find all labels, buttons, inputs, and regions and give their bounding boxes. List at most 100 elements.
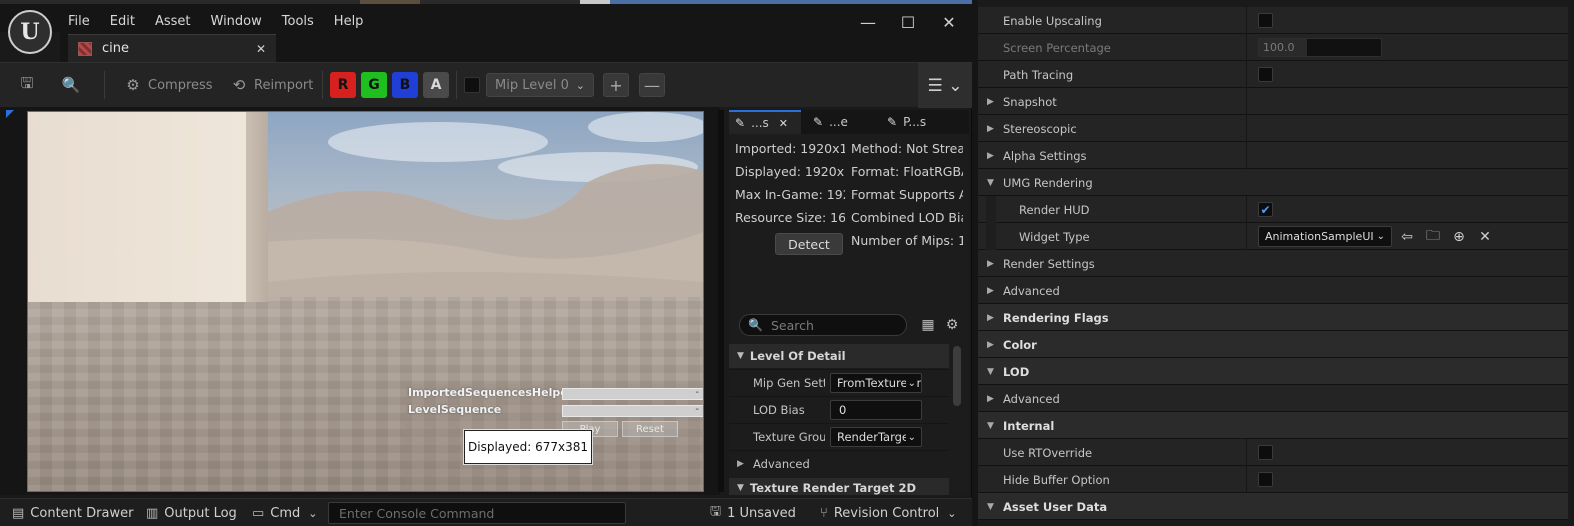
toolbar-divider	[322, 71, 323, 99]
row-rendering-flags[interactable]: ▶ Rendering Flags	[978, 304, 1568, 331]
green-channel-toggle[interactable]: G	[361, 72, 387, 98]
detect-button[interactable]: Detect	[775, 233, 843, 255]
row-lod[interactable]: ▼ LOD	[978, 358, 1568, 385]
path-tracing-checkbox[interactable]	[1258, 67, 1273, 82]
triangle-down-icon: ▼	[987, 366, 994, 377]
menu-tools[interactable]: Tools	[272, 8, 324, 35]
menu-edit[interactable]: Edit	[100, 8, 145, 35]
prop-label: Mip Gen Settings	[753, 376, 825, 390]
triangle-right-icon: ▶	[987, 339, 994, 350]
triangle-down-icon: ▼	[987, 420, 994, 431]
widget-type-label: Widget Type	[1019, 229, 1090, 244]
row-internal[interactable]: ▼ Internal	[978, 412, 1568, 439]
use-selected-icon[interactable]: ⇦	[1397, 226, 1417, 247]
menu-file[interactable]: File	[58, 8, 100, 35]
column-divider	[1246, 34, 1247, 61]
prop-label: LOD Bias	[753, 403, 805, 417]
info-method: Method: Not Streamed	[851, 141, 963, 156]
menu-help[interactable]: Help	[324, 8, 374, 35]
browse-folder-icon[interactable]: 🗀	[1423, 226, 1443, 247]
field-dot: -	[695, 404, 699, 415]
texture-editor-window: File Edit Asset Window Tools Help — ☐ ✕ …	[0, 0, 972, 526]
add-icon[interactable]: ⊕	[1449, 226, 1469, 247]
row-stereoscopic[interactable]: ▶ Stereoscopic	[978, 115, 1568, 142]
clear-icon[interactable]: ✕	[1475, 226, 1495, 247]
output-log-button[interactable]: ▥ Output Log	[146, 499, 237, 526]
tab-properties[interactable]: ✎ P...s	[881, 110, 961, 134]
row-lod-advanced[interactable]: ▶ Advanced	[978, 385, 1568, 412]
toolbar-divider	[104, 71, 105, 99]
row-alpha-settings[interactable]: ▶ Alpha Settings	[978, 142, 1568, 169]
prop-value: RenderTarget	[837, 430, 914, 444]
tab-close-icon[interactable]: ✕	[256, 42, 266, 56]
save-button[interactable]: 🖫	[18, 71, 42, 99]
pencil-icon: ✎	[735, 116, 746, 130]
details-scrollbar[interactable]	[953, 346, 961, 406]
category-level-of-detail[interactable]: ▼ Level Of Detail	[729, 344, 949, 368]
mip-level-dropdown[interactable]: Mip Level 0 ⌄	[486, 73, 594, 97]
advanced-row[interactable]: ▶ Advanced	[729, 450, 949, 477]
column-divider	[1246, 61, 1247, 88]
tab-cine[interactable]: cine ✕	[68, 34, 276, 62]
info-format-alpha: Format Supports Alpha	[851, 187, 963, 202]
compress-button[interactable]: ⚙ Compress	[124, 71, 212, 99]
hide-buffer-checkbox[interactable]	[1258, 472, 1273, 487]
tab-details[interactable]: ✎ ...s ✕	[729, 110, 801, 134]
red-channel-toggle[interactable]: R	[330, 72, 356, 98]
screen-percentage-input[interactable]: 100.0	[1258, 38, 1382, 57]
tab-scene[interactable]: ✎ ...e	[807, 110, 877, 134]
reimport-button[interactable]: ⟲ Reimport	[230, 71, 314, 99]
triangle-right-icon: ▶	[987, 150, 994, 161]
blue-channel-toggle[interactable]: B	[392, 72, 418, 98]
unreal-logo[interactable]: U	[8, 10, 52, 54]
menu-window[interactable]: Window	[201, 8, 272, 35]
triangle-right-icon: ▶	[987, 393, 994, 404]
menu-asset[interactable]: Asset	[145, 8, 201, 35]
console-command-input[interactable]: Enter Console Command	[328, 502, 626, 524]
row-advanced[interactable]: ▶ Advanced	[978, 277, 1568, 304]
widget-type-dropdown[interactable]: AnimationSampleUI ⌄	[1258, 226, 1392, 247]
prop-row-lod-bias: LOD Bias 0	[729, 396, 949, 423]
field-dot: -	[695, 387, 699, 398]
row-snapshot[interactable]: ▶ Snapshot	[978, 88, 1568, 115]
chevron-down-icon: ⌄	[308, 506, 318, 520]
indent-guide	[986, 223, 996, 250]
revision-control-button[interactable]: ⑂ Revision Control ⌄	[820, 499, 957, 526]
render-hud-checkbox[interactable]: ✔	[1258, 202, 1273, 217]
mip-increase-button[interactable]: +	[603, 73, 629, 97]
save-icon: 🖫	[20, 73, 34, 92]
unsaved-button[interactable]: 🖫 1 Unsaved	[710, 499, 796, 526]
level-sequence-field[interactable]: -	[562, 404, 703, 417]
content-drawer-button[interactable]: ▤ Content Drawer	[12, 499, 133, 526]
mip-level-checkbox[interactable]	[464, 77, 480, 93]
imported-sequences-field[interactable]: -	[562, 387, 703, 400]
render-hud-label: Render HUD	[1019, 202, 1090, 217]
browse-asset-button[interactable]: 🔍	[62, 71, 86, 99]
mip-decrease-button[interactable]: —	[639, 73, 665, 97]
row-asset-user-data[interactable]: ▼ Asset User Data	[978, 493, 1568, 520]
texture-group-dropdown[interactable]: RenderTarget ⌄	[830, 427, 922, 447]
row-umg-rendering[interactable]: ▼ UMG Rendering	[978, 169, 1568, 196]
wall-block	[28, 112, 246, 302]
table-view-icon[interactable]: ▦	[919, 316, 937, 334]
use-rtoverride-checkbox[interactable]	[1258, 445, 1273, 460]
texture-viewport[interactable]: ImportedSequencesHelper - LevelSequence …	[27, 111, 704, 492]
lod-bias-input[interactable]: 0	[830, 400, 922, 420]
tab-scene-label: ...e	[829, 115, 848, 129]
prop-row-mip-gen: Mip Gen Settings FromTextureGroup⌄	[729, 369, 949, 396]
enable-upscaling-checkbox[interactable]	[1258, 13, 1273, 28]
toolbar-menu-button[interactable]: ☰ ⌄	[918, 63, 972, 108]
mip-gen-dropdown[interactable]: FromTextureGroup⌄	[830, 373, 922, 393]
alpha-channel-toggle[interactable]: A	[423, 72, 449, 98]
row-render-settings[interactable]: ▶ Render Settings	[978, 250, 1568, 277]
panel-splitter[interactable]	[718, 110, 724, 492]
cmd-dropdown[interactable]: ▭ Cmd ⌄	[252, 499, 318, 526]
category-texture-render-target[interactable]: ▼ Texture Render Target 2D	[729, 478, 949, 495]
details-search[interactable]: 🔍 Search	[739, 314, 907, 336]
tab-close-icon[interactable]: ✕	[779, 117, 788, 130]
path-tracing-label: Path Tracing	[1003, 67, 1074, 82]
search-icon: 🔍	[748, 318, 763, 332]
row-color[interactable]: ▶ Color	[978, 331, 1568, 358]
gear-icon[interactable]: ⚙	[943, 316, 961, 334]
reset-button[interactable]: Reset	[622, 421, 678, 437]
